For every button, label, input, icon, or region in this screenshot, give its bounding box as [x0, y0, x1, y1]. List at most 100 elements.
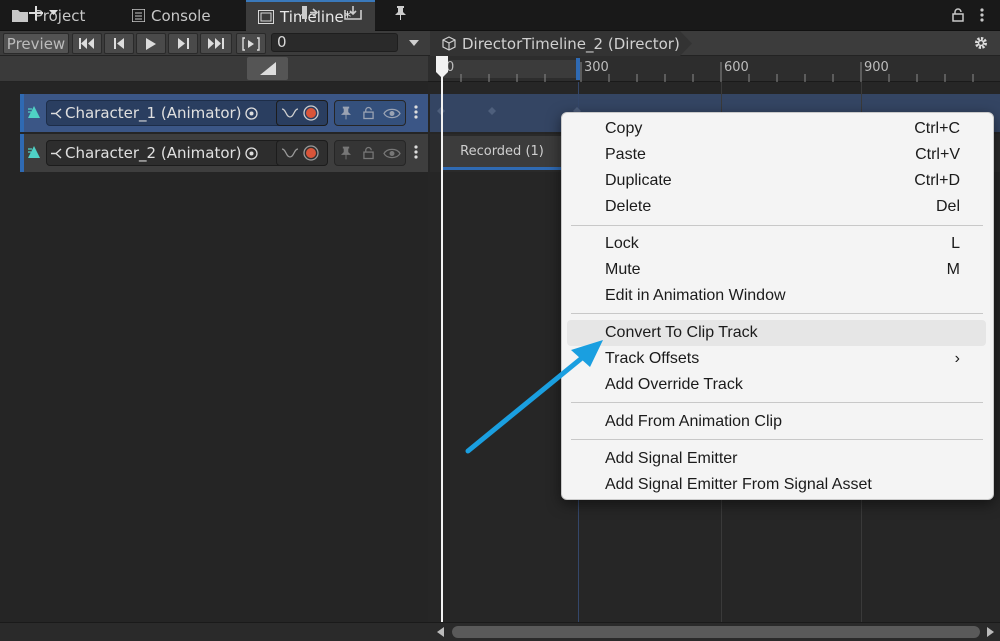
pin-button[interactable] — [385, 1, 415, 24]
track-toolbar — [0, 56, 428, 82]
ripple-icon — [302, 6, 319, 19]
goto-start-button[interactable] — [72, 33, 102, 54]
film-icon — [258, 9, 274, 24]
scrollbar-thumb[interactable] — [452, 626, 980, 638]
record-button[interactable] — [303, 145, 319, 161]
menu-item-lock[interactable]: Lock L — [567, 231, 986, 257]
menu-item-label: Lock — [605, 235, 639, 252]
menu-item-paste[interactable]: Paste Ctrl+V — [567, 142, 986, 168]
lock-icon[interactable] — [363, 146, 374, 160]
track-binding-field[interactable]: Character_2 (Animator) — [46, 140, 288, 166]
chevron-down-icon — [48, 10, 58, 15]
menu-item-add-override-track[interactable]: Add Override Track — [567, 372, 986, 398]
menu-item-shortcut: Ctrl+C — [914, 120, 960, 137]
menu-item-add-signal-emitter[interactable]: Add Signal Emitter — [567, 446, 986, 472]
menu-item-label: Delete — [605, 198, 652, 215]
replace-mode-button[interactable] — [334, 1, 372, 24]
ease-icon — [259, 62, 276, 75]
recorded-clip[interactable]: Recorded (1) — [441, 136, 563, 170]
menu-item-delete[interactable]: Delete Del — [567, 194, 986, 220]
track-state-group — [334, 100, 406, 126]
window-tab-bar: Project Console Timeline* — [0, 0, 1000, 31]
animator-icon — [51, 148, 62, 159]
animation-track-icon — [28, 146, 40, 158]
submenu-arrow-icon: › — [954, 350, 960, 367]
pin-icon[interactable] — [341, 106, 351, 120]
object-picker-icon[interactable] — [245, 107, 258, 120]
pin-icon — [394, 5, 406, 20]
menu-item-convert-to-clip-track[interactable]: Convert To Clip Track — [567, 320, 986, 346]
menu-separator — [571, 439, 983, 440]
scroll-left-icon[interactable] — [437, 627, 444, 637]
animator-icon — [51, 108, 62, 119]
menu-item-label: Add Signal Emitter From Signal Asset — [605, 476, 872, 493]
eye-icon[interactable] — [383, 108, 401, 119]
ease-mode-button[interactable] — [247, 57, 288, 80]
menu-item-shortcut: M — [946, 261, 960, 278]
menu-separator — [571, 313, 983, 314]
menu-item-add-signal-emitter-from-asset[interactable]: Add Signal Emitter From Signal Asset — [567, 472, 986, 498]
chevron-down-icon[interactable] — [409, 40, 419, 46]
playhead-line[interactable] — [441, 58, 443, 622]
previous-frame-button[interactable] — [104, 33, 134, 54]
track-name-label: Character_1 (Animator) — [65, 104, 242, 122]
record-group — [276, 140, 328, 166]
menu-item-label: Paste — [605, 146, 646, 163]
tab-console-label: Console — [151, 6, 211, 25]
lock-icon[interactable] — [363, 106, 374, 120]
menu-separator — [571, 225, 983, 226]
menu-item-label: Convert To Clip Track — [605, 324, 758, 341]
track-character-1[interactable]: Character_1 (Animator) — [20, 94, 428, 132]
track-binding-field[interactable]: Character_1 (Animator) — [46, 100, 288, 126]
menu-separator — [571, 402, 983, 403]
menu-item-label: Add From Animation Clip — [605, 413, 782, 430]
more-options-icon[interactable] — [414, 145, 418, 159]
playhead-handle[interactable] — [435, 56, 449, 78]
menu-item-track-offsets[interactable]: Track Offsets › — [567, 346, 986, 372]
track-character-2[interactable]: Character_2 (Animator) — [20, 134, 428, 172]
skip-end-icon — [208, 38, 224, 49]
lock-icon[interactable] — [952, 8, 964, 22]
more-options-icon[interactable] — [414, 105, 418, 119]
play-range-button[interactable] — [236, 33, 266, 54]
track-name-label: Character_2 (Animator) — [65, 144, 242, 162]
more-options-icon[interactable] — [980, 8, 984, 22]
menu-item-edit-in-animation-window[interactable]: Edit in Animation Window — [567, 283, 986, 309]
preview-button[interactable]: Preview — [3, 33, 69, 54]
menu-item-label: Track Offsets — [605, 350, 700, 367]
record-group — [276, 100, 328, 126]
menu-item-copy[interactable]: Copy Ctrl+C — [567, 116, 986, 142]
ripple-mode-button[interactable] — [292, 1, 330, 24]
frame-field[interactable]: 0 — [271, 33, 398, 52]
eye-icon[interactable] — [383, 148, 401, 159]
curves-icon[interactable] — [281, 106, 299, 120]
menu-item-label: Duplicate — [605, 172, 672, 189]
add-track-button[interactable] — [22, 1, 64, 24]
breadcrumb-label: DirectorTimeline_2 (Director) — [462, 34, 680, 53]
replace-icon — [344, 5, 362, 20]
curves-icon[interactable] — [281, 146, 299, 160]
track-state-group — [334, 140, 406, 166]
menu-item-label: Mute — [605, 261, 641, 278]
skip-start-icon — [79, 38, 94, 49]
menu-item-add-from-animation-clip[interactable]: Add From Animation Clip — [567, 409, 986, 435]
step-forward-icon — [177, 38, 189, 49]
menu-item-shortcut: L — [951, 235, 960, 252]
pin-icon[interactable] — [341, 146, 351, 160]
record-button[interactable] — [303, 105, 319, 121]
play-range-icon — [242, 36, 260, 51]
menu-item-label: Copy — [605, 120, 643, 137]
console-icon — [132, 9, 145, 22]
object-picker-icon[interactable] — [245, 147, 258, 160]
menu-item-duplicate[interactable]: Duplicate Ctrl+D — [567, 168, 986, 194]
breadcrumb[interactable]: DirectorTimeline_2 (Director) — [430, 31, 692, 56]
tab-console[interactable]: Console — [120, 0, 223, 31]
scroll-right-icon[interactable] — [987, 627, 994, 637]
play-button[interactable] — [136, 33, 166, 54]
next-frame-button[interactable] — [168, 33, 198, 54]
play-icon — [146, 37, 156, 50]
menu-item-mute[interactable]: Mute M — [567, 257, 986, 283]
goto-end-button[interactable] — [200, 33, 232, 54]
menu-item-shortcut: Del — [935, 198, 960, 215]
gear-icon[interactable] — [974, 36, 988, 50]
